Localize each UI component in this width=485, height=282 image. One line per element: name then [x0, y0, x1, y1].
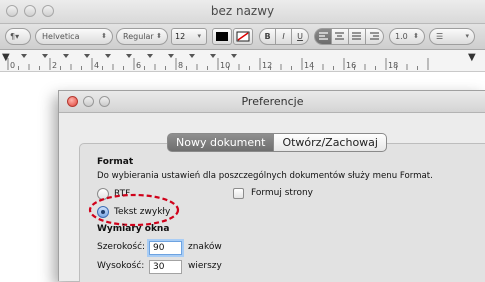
format-description: Do wybierania ustawień dla poszczególnyc…	[97, 171, 433, 181]
width-field[interactable]: 90	[149, 241, 182, 255]
font-size-combo[interactable]: 12 ▾	[171, 28, 207, 45]
tab-stop-marker-icon[interactable]	[105, 54, 111, 58]
popup-arrows-icon: ⬍	[156, 32, 162, 40]
align-right-button[interactable]	[366, 28, 384, 45]
align-center-button[interactable]	[332, 28, 349, 45]
ruler-tick-label: 6	[136, 61, 141, 70]
background-color-well[interactable]	[233, 28, 253, 45]
window-size-heading: Wymiary okna	[97, 224, 170, 234]
tab-stop-marker-icon[interactable]	[189, 54, 195, 58]
align-left-button[interactable]	[314, 28, 332, 45]
tab-stop-marker-icon[interactable]	[147, 54, 153, 58]
tab-stop-marker-icon[interactable]	[21, 54, 27, 58]
chevron-down-icon: ▾	[465, 32, 469, 40]
height-unit: wierszy	[188, 261, 222, 271]
preferences-window: Preferencje Nowy dokument Otwórz/Zachowa…	[58, 90, 485, 282]
title-bar: bez nazwy	[0, 0, 485, 24]
tab-stop-marker-icon[interactable]	[63, 54, 69, 58]
ruler[interactable]: 0 2 4 6 8 10 12 14 16 18 ▼ ▼	[0, 50, 485, 72]
underline-button[interactable]: U	[292, 28, 309, 45]
window-title: bez nazwy	[210, 4, 275, 18]
format-heading: Format	[97, 157, 134, 167]
no-color-icon	[236, 31, 250, 42]
ruler-scale: 0 2 4 6 8 10 12 14 16 18	[7, 54, 429, 70]
width-unit: znaków	[188, 242, 222, 252]
line-spacing-popup[interactable]: 1.0 ⬍	[389, 28, 425, 45]
align-right-icon	[369, 32, 379, 40]
ruler-tick-label: 0	[10, 61, 15, 70]
text-color-swatch	[216, 32, 228, 41]
tab-stop-marker-icon[interactable]	[210, 54, 216, 58]
height-field[interactable]: 30	[149, 260, 182, 274]
font-family-popup[interactable]: Helvetica ⬍	[35, 28, 113, 45]
font-family-value: Helvetica	[42, 32, 80, 41]
ruler-tick-label: 2	[52, 61, 57, 70]
tab-bar: Nowy dokument Otwórz/Zachowaj	[167, 133, 387, 152]
chevron-down-icon: ▾	[197, 32, 201, 40]
preferences-title: Preferencje	[241, 95, 304, 108]
font-style-value: Regular	[123, 32, 154, 41]
wrap-to-page-checkbox[interactable]	[233, 188, 244, 199]
tab-open-save[interactable]: Otwórz/Zachowaj	[274, 133, 387, 152]
popup-arrows-icon: ⬍	[413, 32, 419, 40]
tab-new-document[interactable]: Nowy dokument	[167, 133, 275, 152]
list-icon: ☰	[436, 32, 444, 41]
paragraph-style-button[interactable]: ¶▾	[5, 28, 31, 45]
format-bar: ¶▾ Helvetica ⬍ Regular ⬍ 12 ▾ B I U 1.0 …	[0, 24, 485, 50]
ruler-tick-label: 4	[94, 61, 99, 70]
font-style-popup[interactable]: Regular ⬍	[116, 28, 168, 45]
font-size-value: 12	[175, 32, 186, 41]
highlight-annotation-ellipse	[88, 193, 180, 227]
tab-stop-marker-icon[interactable]	[168, 54, 174, 58]
left-margin-marker-icon[interactable]: ▼	[2, 52, 10, 63]
wrap-to-page-label: Formuj strony	[251, 188, 313, 198]
align-justify-icon	[352, 32, 361, 40]
tab-stop-marker-icon[interactable]	[42, 54, 48, 58]
bold-button[interactable]: B	[259, 28, 276, 45]
text-color-well[interactable]	[212, 28, 232, 45]
tab-stop-marker-icon[interactable]	[231, 54, 237, 58]
italic-button[interactable]: I	[276, 28, 292, 45]
width-label: Szerokość:	[97, 242, 146, 252]
tab-stop-marker-icon[interactable]	[84, 54, 90, 58]
preferences-title-bar: Preferencje	[59, 91, 485, 113]
ruler-tick-label: 8	[178, 61, 183, 70]
right-margin-marker-icon[interactable]: ▼	[468, 52, 476, 63]
align-center-icon	[335, 32, 344, 40]
list-style-popup[interactable]: ☰ ▾	[429, 28, 475, 45]
height-label: Wysokość:	[97, 261, 145, 271]
align-left-icon	[319, 32, 328, 40]
tab-stop-marker-icon[interactable]	[126, 54, 132, 58]
justify-button[interactable]	[349, 28, 366, 45]
popup-arrows-icon: ⬍	[101, 32, 107, 40]
line-spacing-value: 1.0	[395, 32, 408, 41]
